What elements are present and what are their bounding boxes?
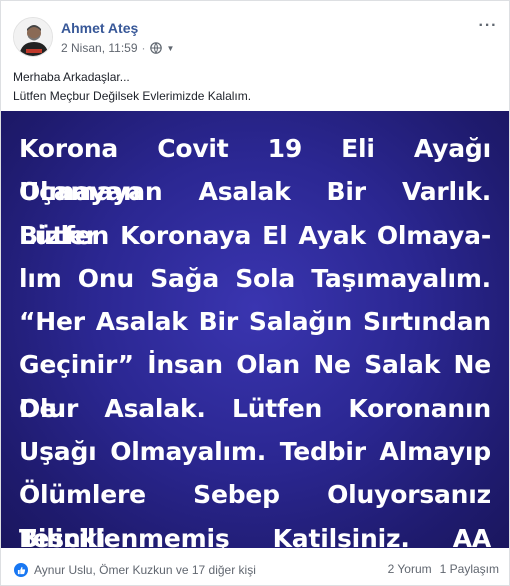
- image-line-9: Ölümlere Sebep Oluyorsanız Bilinki: [19, 480, 491, 548]
- post-header: Ahmet Ateş 2 Nisan, 11:59 · ▼ ···: [13, 13, 499, 57]
- more-dots-icon: ···: [478, 17, 498, 34]
- post-text: Merhaba Arkadaşlar... Lütfen Meçbur Deği…: [13, 68, 499, 106]
- image-line-7: Olur Asalak. Lütfen Koronanın: [19, 393, 491, 423]
- image-line-6: Geçinir” İnsan Olan Ne Salak Ne De: [19, 350, 491, 423]
- post-date[interactable]: 2 Nisan, 11:59: [61, 41, 138, 55]
- like-icon: [13, 562, 29, 578]
- globe-icon[interactable]: [149, 42, 162, 54]
- image-line-8: Uşağı Olmayalım. Tedbir Almayıp: [19, 437, 491, 467]
- shares-count[interactable]: 1 Paylaşım: [440, 562, 499, 576]
- post-image[interactable]: Korona Covit 19 Eli Ayağı Olmayan Uçamay…: [1, 111, 509, 548]
- avatar-image: [14, 18, 52, 56]
- privacy-caret-icon[interactable]: ▼: [167, 44, 175, 53]
- more-options-button[interactable]: ···: [477, 17, 499, 35]
- image-line-5: “Her Asalak Bir Salağın Sırtından: [19, 307, 491, 337]
- image-line-3: Lütfen Koronaya El Ayak Olmaya-: [19, 220, 491, 250]
- comments-count[interactable]: 2 Yorum: [388, 562, 432, 576]
- image-line-10: Tescillenmemiş Katilsiniz. AA: [19, 523, 491, 548]
- reactions-summary[interactable]: Aynur Uslu, Ömer Kuzkun ve 17 diğer kişi: [13, 562, 256, 578]
- post-card: Ahmet Ateş 2 Nisan, 11:59 · ▼ ··· Merhab…: [0, 0, 510, 586]
- author-name[interactable]: Ahmet Ateş: [61, 20, 138, 36]
- post-stats: 2 Yorum 1 Paylaşım: [388, 562, 499, 576]
- avatar[interactable]: [13, 17, 53, 57]
- meta-separator: ·: [141, 41, 146, 55]
- post-meta: 2 Nisan, 11:59 · ▼: [61, 41, 174, 55]
- image-line-2: Uçamayan Asalak Bir Varlık. Bizler: [19, 177, 491, 250]
- post-text-line-2: Lütfen Meçbur Değilsek Evlerimizde Kalal…: [13, 89, 252, 103]
- reaction-names[interactable]: Aynur Uslu, Ömer Kuzkun ve 17 diğer kişi: [34, 563, 256, 577]
- image-line-4: lım Onu Sağa Sola Taşımayalım.: [19, 263, 491, 293]
- post-footer: Aynur Uslu, Ömer Kuzkun ve 17 diğer kişi…: [1, 548, 509, 586]
- post-text-line-1: Merhaba Arkadaşlar...: [13, 70, 130, 84]
- image-line-1: Korona Covit 19 Eli Ayağı Olmayan: [19, 134, 491, 207]
- image-text: Korona Covit 19 Eli Ayağı Olmayan Uçamay…: [19, 127, 491, 548]
